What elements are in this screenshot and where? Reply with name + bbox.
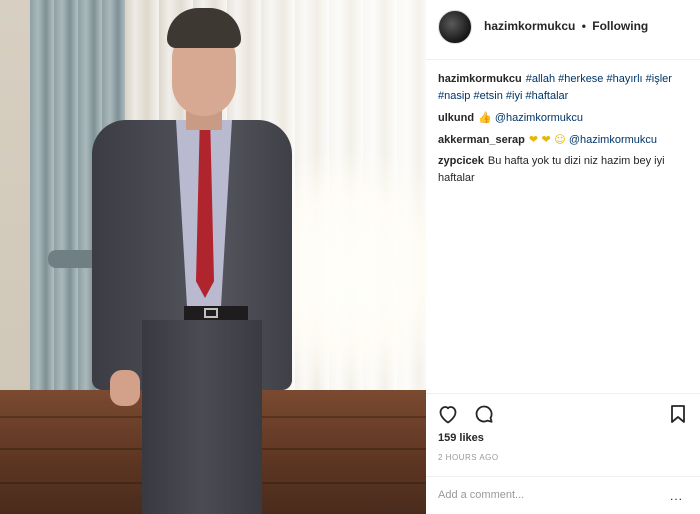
- comment-username[interactable]: akkerman_serap: [438, 134, 525, 146]
- hashtag-link[interactable]: #etsin: [473, 90, 502, 102]
- follow-status-button[interactable]: Following: [592, 19, 648, 33]
- caption-username[interactable]: hazimkormukcu: [438, 73, 522, 85]
- person-buckle: [204, 308, 218, 318]
- hashtag-link[interactable]: #iyi: [506, 90, 523, 102]
- list-item: akkerman_serap ❤ ❤ ☺ @hazimkormukcu: [438, 131, 690, 149]
- post-sidebar: hazimkormukcu • Following hazimkormukcu #…: [426, 0, 700, 514]
- add-comment-bar: ...: [426, 476, 700, 514]
- hashtag-link[interactable]: #allah: [526, 73, 555, 85]
- hashtag-link[interactable]: #işler: [646, 73, 672, 85]
- header-separator: •: [581, 19, 586, 33]
- bookmark-icon[interactable]: [666, 402, 690, 426]
- mention-link[interactable]: @hazimkormukcu: [569, 134, 657, 146]
- person-hand: [110, 370, 140, 406]
- heart-icon[interactable]: [436, 402, 460, 426]
- list-item: zypcicek Bu hafta yok tu dizi niz hazim b…: [438, 153, 690, 187]
- post-photo[interactable]: [0, 0, 426, 514]
- like-count[interactable]: 159 likes: [438, 432, 484, 444]
- hashtag-link[interactable]: #herkese: [558, 73, 603, 85]
- comment-username[interactable]: zypcicek: [438, 155, 484, 167]
- comment-bubble-icon[interactable]: [472, 402, 496, 426]
- thumbs-up-icon: 👍: [478, 111, 492, 124]
- mention-link[interactable]: @hazimkormukcu: [495, 112, 583, 124]
- header-user-line: hazimkormukcu • Following: [484, 19, 648, 33]
- list-item: ulkund 👍 @hazimkormukcu: [438, 109, 690, 127]
- photo-person: [92, 8, 292, 514]
- heart-smile-icon: ❤ ❤ ☺: [528, 133, 566, 146]
- action-bar: [426, 393, 700, 433]
- person-pants: [142, 320, 262, 514]
- post-header: hazimkormukcu • Following: [426, 0, 700, 60]
- hashtag-link[interactable]: #haftalar: [525, 90, 568, 102]
- post-timestamp[interactable]: 2 HOURS AGO: [438, 453, 499, 462]
- caption: hazimkormukcu #allah #herkese #hayırlı #i…: [438, 71, 690, 105]
- header-username[interactable]: hazimkormukcu: [484, 19, 575, 33]
- hashtag-link[interactable]: #hayırlı: [607, 73, 643, 85]
- more-options-icon[interactable]: ...: [670, 489, 683, 503]
- comment-input[interactable]: [438, 485, 658, 505]
- hashtag-link[interactable]: #nasip: [438, 90, 470, 102]
- person-hair: [167, 8, 241, 48]
- comment-list: hazimkormukcu #allah #herkese #hayırlı #i…: [438, 71, 690, 191]
- comment-username[interactable]: ulkund: [438, 112, 474, 124]
- avatar[interactable]: [438, 10, 472, 44]
